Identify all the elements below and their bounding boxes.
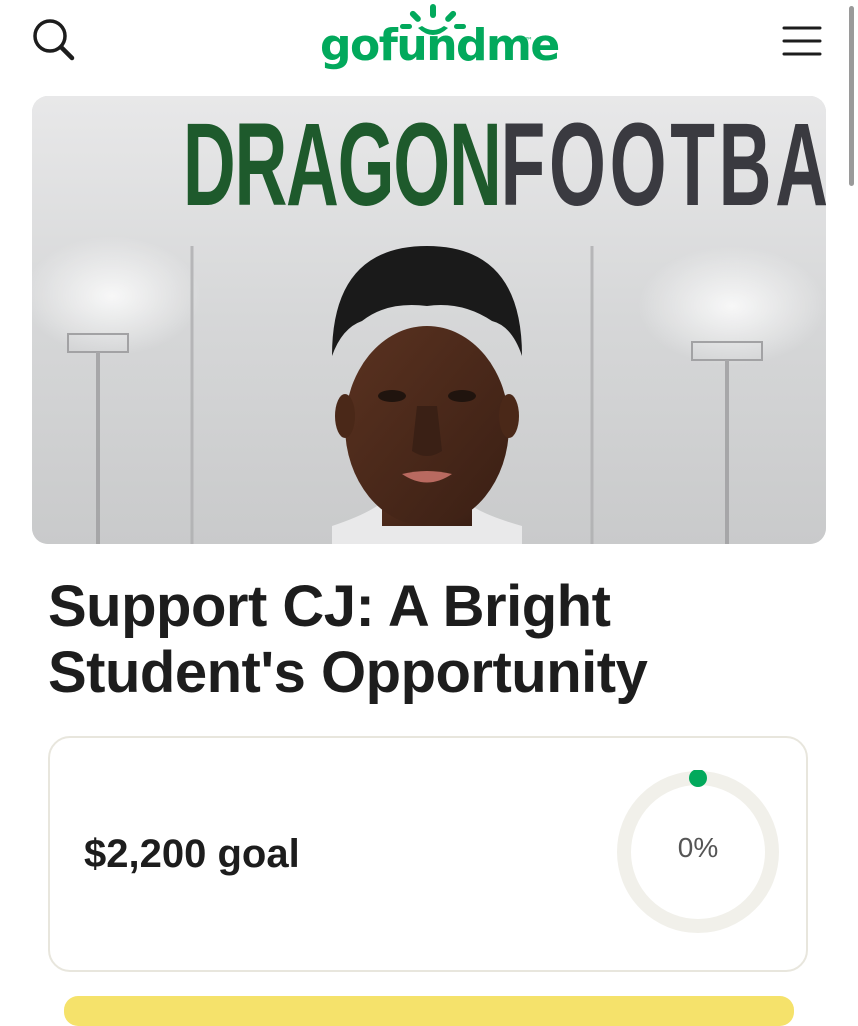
logo-trademark: ™ — [525, 36, 533, 45]
logo-wordmark: gofundme — [320, 20, 560, 71]
menu-button[interactable] — [778, 20, 826, 62]
hero-brand-text: DRAGONFOOTBALL — [183, 106, 826, 224]
gofundme-logo[interactable]: gofundme ™ — [320, 2, 560, 82]
hamburger-menu-icon — [782, 26, 822, 56]
hero-brand-football: FOOTBALL — [500, 99, 826, 231]
goal-progress-card: $2,200 goal 0% — [48, 736, 808, 972]
donate-button[interactable] — [64, 996, 794, 1026]
goal-amount: $2,200 goal — [84, 832, 300, 876]
campaign-title: Support CJ: A Bright Student's Opportuni… — [48, 574, 648, 705]
search-icon — [33, 19, 75, 61]
progress-percent: 0% — [677, 832, 719, 863]
site-header: gofundme ™ — [0, 0, 858, 90]
campaign-hero-image[interactable]: DRAGONFOOTBALL — [32, 96, 826, 544]
hero-brand-dragon: DRAGON — [182, 99, 502, 231]
search-button[interactable] — [30, 16, 80, 66]
